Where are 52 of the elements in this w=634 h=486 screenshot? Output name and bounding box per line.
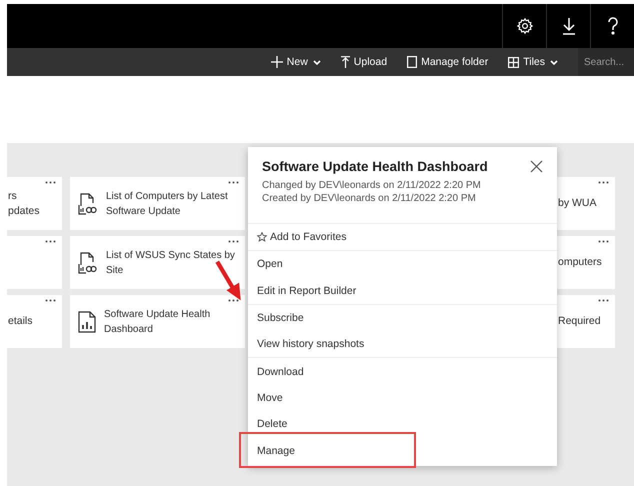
more-icon[interactable] [598,299,609,302]
report-name: omputers [558,255,602,270]
more-icon[interactable] [598,240,609,243]
report-name: List of WSUS Sync States by Site [106,248,236,278]
report-name: Software Update Health Dashboard [104,308,212,336]
menu-detail: Created by DEV\leonards on 2/11/2022 2:20 PM [262,192,477,205]
menu-item[interactable]: Open [248,251,557,278]
report-name: etails [8,314,33,329]
upload-icon [340,56,350,68]
toolbar-button[interactable]: Tiles [508,56,558,68]
menu-item[interactable]: Subscribe [248,304,557,332]
page-icon [407,56,418,68]
menu-item[interactable]: Manage [248,437,557,464]
menu-item[interactable]: View history snapshots [248,331,557,358]
report-chart-icon [78,310,96,332]
report-name: List of Computers by Latest Software Update [106,190,229,218]
report-name: rs pdates [8,188,40,218]
report-name: Required [558,314,601,329]
help-icon[interactable] [606,17,618,35]
search-field[interactable]: Search... [578,48,634,76]
plus-icon [270,56,283,68]
settings-icon[interactable] [516,17,534,35]
more-icon[interactable] [228,240,239,243]
toolbar-button[interactable]: Manage folder [407,56,488,68]
report-tile[interactable]: List of Computers by Latest Software Update [70,177,245,230]
report-tile[interactable]: Software Update Health Dashboard [70,295,245,348]
report-link-icon [78,252,98,274]
menu-item[interactable]: Download [248,358,557,385]
grid-icon [508,56,520,68]
report-tile[interactable]: etails [7,295,62,348]
menu-item[interactable]: Add to Favorites [248,224,557,250]
report-link-icon [78,192,98,214]
more-icon[interactable] [228,181,239,184]
more-icon[interactable] [45,240,56,243]
menu-title: Software Update Health Dashboard [262,159,489,174]
toolbar-button[interactable]: New [270,56,321,68]
more-icon[interactable] [228,299,239,302]
download-icon[interactable] [560,17,576,35]
chevron-down-icon [550,60,558,64]
more-icon[interactable] [598,181,609,184]
menu-detail: Changed by DEV\leonards on 2/11/2022 2:20 PM [262,179,482,192]
more-icon[interactable] [45,181,56,184]
toolbar-button[interactable]: Upload [340,56,388,68]
menu-item[interactable]: Delete [248,411,557,438]
more-icon[interactable] [45,299,56,302]
star-icon [257,232,267,242]
menu-item[interactable]: Move [248,384,557,412]
report-tile[interactable]: List of WSUS Sync States by Site [70,236,245,289]
report-name: by WUA [558,196,597,211]
chevron-down-icon [312,60,321,64]
menu-item[interactable]: Edit in Report Builder [248,278,557,304]
report-tile[interactable]: rs pdates [7,177,62,230]
